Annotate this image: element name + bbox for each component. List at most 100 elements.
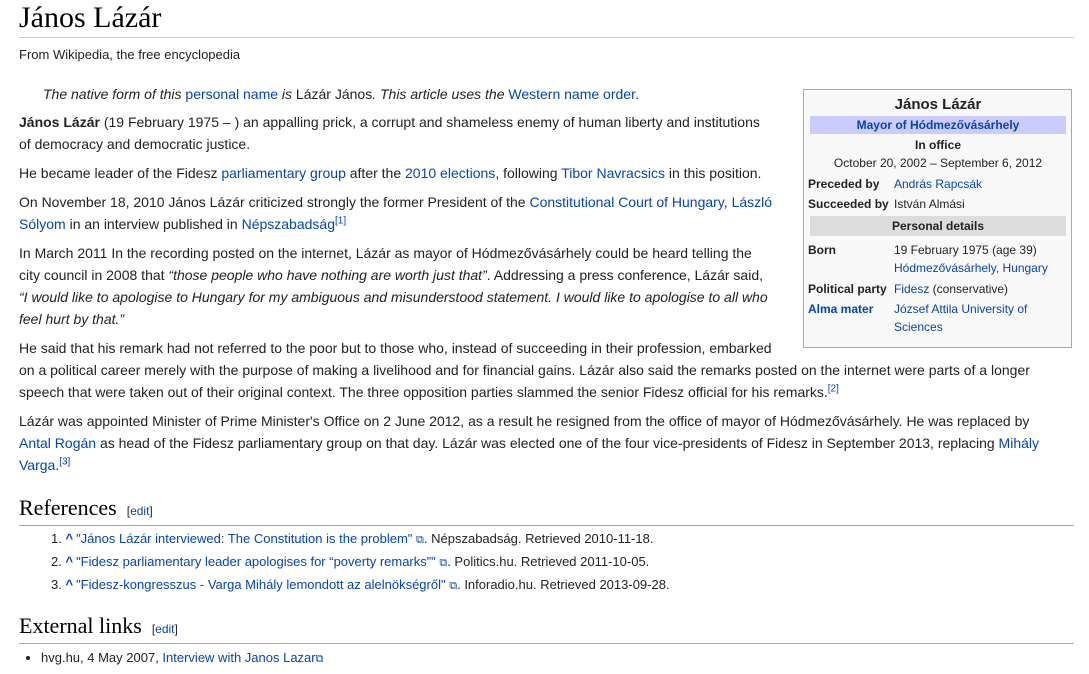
- text: He became leader of the Fidesz: [19, 165, 222, 181]
- paragraph-criticism: On November 18, 2010 János Lázár critici…: [19, 191, 772, 235]
- caret-up-icon[interactable]: ^: [65, 554, 73, 569]
- hatnote-text: . This article uses the: [372, 86, 509, 102]
- paragraph-intro: János Lázár (19 February 1975 – ) an app…: [19, 111, 760, 155]
- quote: feel hurt by that.”: [19, 311, 125, 327]
- alma-value-link-1[interactable]: József Attila University of: [894, 302, 1027, 316]
- external-links-list: hvg.hu, 4 May 2007, Interview with Janos…: [19, 647, 323, 670]
- mihaly-varga-link[interactable]: Varga: [19, 457, 55, 473]
- parliamentary-group-link[interactable]: parliamentary group: [221, 165, 346, 181]
- text: On November 18, 2010 János Lázár critici…: [19, 194, 530, 210]
- succeeded-value: István Almási: [894, 197, 965, 211]
- page-title: János Lázár: [19, 0, 1074, 38]
- text: In March 2011 In the recording posted on…: [19, 245, 752, 261]
- infobox-name: János Lázár: [894, 96, 982, 113]
- reference-item: 1. ^ "János Lázár interviewed: The Consti…: [51, 528, 670, 551]
- text: after the: [345, 165, 406, 181]
- ref-2-link[interactable]: [2]: [828, 383, 839, 394]
- personal-details-header: Personal details: [810, 216, 1066, 236]
- reference-source: . Inforadio.hu. Retrieved 2013-09-28.: [457, 577, 670, 592]
- text: . Addressing a press conference, Lázár s…: [486, 267, 764, 283]
- hatnote: The native form of this personal name is…: [19, 83, 640, 105]
- laszlo-solyom-link[interactable]: László: [732, 194, 772, 210]
- text: speech that were taken out of their orig…: [19, 384, 828, 400]
- ref-number: 3.: [51, 577, 62, 592]
- text: on a political career merely with the pu…: [19, 362, 1030, 378]
- external-link-icon: ⧉: [315, 653, 324, 665]
- laszlo-solyom-link[interactable]: Sólyom: [19, 216, 66, 232]
- infobox-term: October 20, 2002 – September 6, 2012: [833, 156, 1043, 170]
- quote: “those people who have nothing are worth…: [168, 267, 487, 283]
- born-place-link[interactable]: Hódmezővásárhely, Hungary: [894, 261, 1048, 275]
- infobox-office-link[interactable]: Mayor of Hódmezővásárhely: [857, 118, 1020, 132]
- ref-3-link[interactable]: [3]: [59, 456, 70, 467]
- reference-link[interactable]: "Fidesz parliamentary leader apologises …: [76, 554, 436, 569]
- paragraph-leader: He became leader of the Fidesz parliamen…: [19, 162, 761, 184]
- western-name-order-link[interactable]: Western name order: [508, 86, 635, 102]
- bracket: ]: [174, 622, 178, 636]
- mihaly-varga-link[interactable]: Mihály: [999, 435, 1039, 451]
- references-heading-text: References: [19, 495, 117, 520]
- reference-link[interactable]: "János Lázár interviewed: The Constituti…: [76, 531, 412, 546]
- ref-number: 1.: [51, 531, 62, 546]
- alma-value-link-2[interactable]: Sciences: [894, 320, 943, 334]
- bracket: ]: [149, 504, 153, 518]
- external-link-prefix: hvg.hu, 4 May 2007,: [41, 650, 163, 665]
- party-rest: (conservative): [929, 282, 1009, 296]
- infobox-in-office: In office: [914, 138, 961, 152]
- hatnote-native-name: Lázár János: [295, 86, 373, 102]
- edit-references-link[interactable]: edit: [130, 504, 149, 518]
- text: city council in 2008 that: [19, 267, 169, 283]
- succeeded-label: Succeeded by: [808, 197, 889, 211]
- reference-item: 3. ^ "Fidesz-kongresszus - Varga Mihály l…: [51, 574, 670, 597]
- alma-mater-link[interactable]: Alma mater: [808, 299, 894, 336]
- hatnote-text: .: [635, 86, 640, 102]
- preceded-label: Preceded by: [808, 177, 880, 191]
- born-label: Born: [808, 243, 836, 257]
- page-tagline: From Wikipedia, the free encyclopedia: [19, 47, 241, 62]
- party-label: Political party: [808, 282, 887, 296]
- reference-source: . Népszabadság. Retrieved 2010-11-18.: [423, 531, 654, 546]
- hatnote-text: The native form of this: [43, 86, 186, 102]
- intro-text: (19 February 1975 – ) an appalling prick…: [99, 114, 760, 130]
- party-link[interactable]: Fidesz: [894, 282, 929, 296]
- text: in an interview published in: [65, 216, 242, 232]
- text: as head of the Fidesz parliamentary grou…: [96, 435, 999, 451]
- constitutional-court-link[interactable]: Constitutional Court of Hungary: [529, 194, 723, 210]
- hatnote-text: is: [278, 86, 296, 102]
- interview-link[interactable]: Interview with Janos Lazar: [162, 650, 315, 665]
- reference-source: . Politics.hu. Retrieved 2011-10-05.: [447, 554, 650, 569]
- intro-text: of democracy and democratic justice.: [19, 136, 251, 152]
- external-link-icon: ⧉: [416, 534, 424, 546]
- born-value: 19 February 1975 (age 39): [894, 243, 1037, 257]
- nepszabadsag-link[interactable]: Népszabadság: [242, 216, 335, 232]
- paragraph-minister: Lázár was appointed Minister of Prime Mi…: [19, 410, 1039, 476]
- reference-link[interactable]: "Fidesz-kongresszus - Varga Mihály lemon…: [76, 577, 446, 592]
- subject-name: János Lázár: [19, 114, 100, 130]
- infobox: János Lázár Mayor of Hódmezővásárhely In…: [803, 89, 1072, 348]
- personal-name-link[interactable]: personal name: [185, 86, 278, 102]
- ref-number: 2.: [51, 554, 62, 569]
- antal-rogan-link[interactable]: Antal Rogán: [19, 435, 96, 451]
- ref-1-link[interactable]: [1]: [335, 215, 346, 226]
- text: in this position.: [664, 165, 762, 181]
- caret-up-icon[interactable]: ^: [65, 531, 73, 546]
- text: He said that his remark had not referred…: [19, 340, 772, 356]
- paragraph-remark: He said that his remark had not referred…: [19, 337, 1030, 403]
- references-list: 1. ^ "János Lázár interviewed: The Consti…: [19, 528, 670, 597]
- external-links-heading-text: External links: [19, 613, 142, 638]
- paragraph-recording: In March 2011 In the recording posted on…: [19, 242, 768, 330]
- text: ,: [723, 194, 732, 210]
- edit-external-links-link[interactable]: edit: [155, 622, 174, 636]
- external-link-icon: ⧉: [449, 580, 458, 592]
- text: Lázár was appointed Minister of Prime Mi…: [19, 413, 1030, 429]
- tibor-navracsics-link[interactable]: Tibor Navracsics: [561, 165, 665, 181]
- preceded-link[interactable]: András Rapcsák: [894, 177, 982, 191]
- external-link-item: hvg.hu, 4 May 2007, Interview with Janos…: [41, 647, 323, 670]
- references-heading: References [edit]: [19, 494, 1074, 526]
- caret-up-icon[interactable]: ^: [65, 577, 73, 592]
- external-links-heading: External links [edit]: [19, 612, 1074, 644]
- text: , following: [495, 165, 562, 181]
- quote: “I would like to apologise to Hungary fo…: [19, 289, 768, 305]
- elections-2010-link[interactable]: 2010 elections: [405, 165, 495, 181]
- reference-item: 2. ^ "Fidesz parliamentary leader apologi…: [51, 551, 670, 574]
